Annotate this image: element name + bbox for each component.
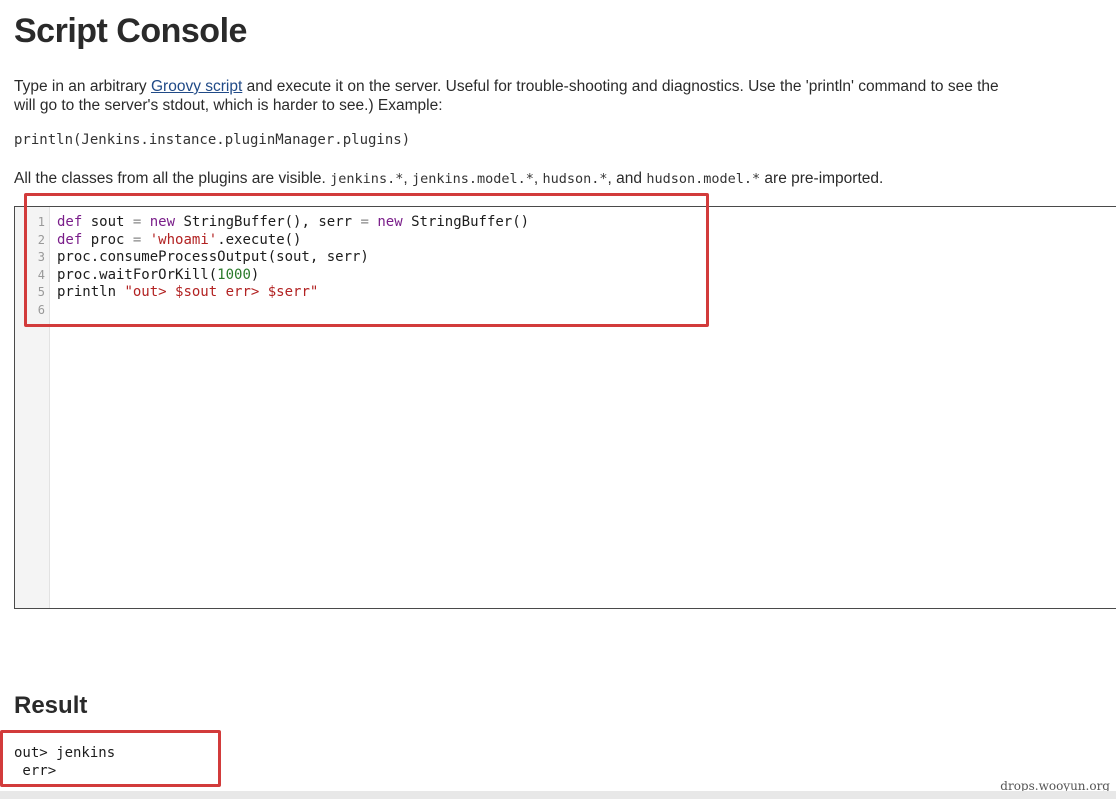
classes-note-sep-3: , and	[607, 170, 647, 187]
classes-note: All the classes from all the plugins are…	[14, 170, 883, 188]
classes-note-sep-2: ,	[533, 170, 543, 187]
import-hudson-model: hudson.model.*	[646, 171, 761, 187]
result-heading: Result	[14, 692, 88, 719]
classes-note-sep-1: ,	[403, 170, 412, 187]
intro-text-before-link: Type in an arbitrary	[14, 78, 151, 95]
import-jenkins: jenkins.*	[330, 171, 404, 187]
classes-note-prefix: All the classes from all the plugins are…	[14, 170, 331, 187]
intro-line-2: will go to the server's stdout, which is…	[14, 97, 443, 114]
bottom-bar	[0, 791, 1116, 799]
intro-text-after-link: and execute it on the server. Useful for…	[242, 78, 999, 95]
code-highlight-box	[24, 193, 709, 327]
import-jenkins-model: jenkins.model.*	[411, 171, 534, 187]
import-hudson: hudson.*	[542, 171, 608, 187]
intro-text: Type in an arbitrary Groovy script and e…	[14, 77, 1116, 115]
classes-note-suffix: are pre-imported.	[760, 170, 884, 187]
groovy-script-link[interactable]: Groovy script	[151, 78, 242, 95]
intro-line-1: Type in an arbitrary Groovy script and e…	[14, 77, 1116, 96]
result-highlight-box	[0, 730, 221, 787]
example-code: println(Jenkins.instance.pluginManager.p…	[14, 132, 411, 148]
page-title: Script Console	[14, 12, 247, 50]
